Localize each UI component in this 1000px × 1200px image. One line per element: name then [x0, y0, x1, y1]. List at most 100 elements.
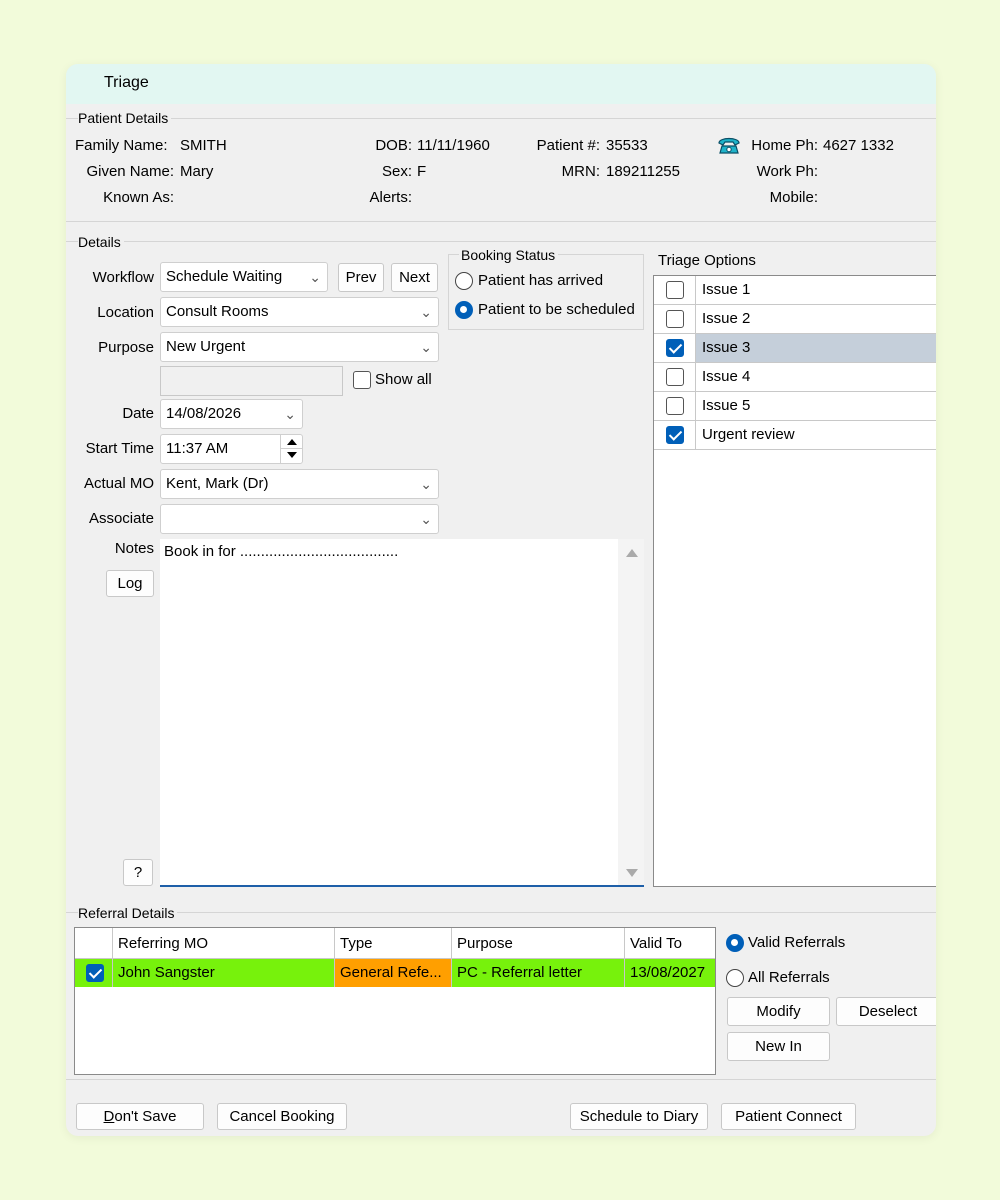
patient-arrived-radio[interactable]	[455, 272, 473, 290]
show-all-label: Show all	[375, 371, 432, 388]
alerts-label: Alerts:	[369, 189, 412, 206]
deselect-button[interactable]: Deselect	[836, 997, 936, 1026]
family-name-label: Family Name:	[75, 137, 168, 154]
mrn-label: MRN:	[561, 163, 600, 180]
home-phone-value: 4627 1332	[823, 137, 894, 154]
dont-save-button[interactable]: Don't Save	[76, 1103, 204, 1130]
triage-item-cell: Issue 4	[695, 363, 936, 391]
valid-referrals-radio[interactable]	[726, 934, 744, 952]
patient-details-border	[66, 118, 936, 119]
patient-number-label: Patient #:	[536, 137, 600, 154]
chevron-down-icon: ⌄	[284, 406, 296, 422]
new-in-button[interactable]: New In	[727, 1032, 830, 1061]
triage-item[interactable]: Issue 5	[654, 392, 936, 421]
triage-item-label: Issue 1	[702, 281, 751, 298]
dont-save-accelerator: D	[103, 1108, 115, 1125]
notes-label: Notes	[114, 540, 154, 557]
notes-textarea[interactable]: Book in for ............................…	[160, 539, 644, 887]
triage-item-checkbox[interactable]	[666, 426, 684, 444]
chevron-down-icon: ⌄	[309, 269, 321, 285]
patient-details-bottom-border	[66, 221, 936, 222]
next-button[interactable]: Next	[391, 263, 438, 292]
triage-item-checkbox[interactable]	[666, 281, 684, 299]
location-value: Consult Rooms	[166, 303, 269, 320]
triage-item-checkbox[interactable]	[666, 397, 684, 415]
triage-item-checkbox[interactable]	[666, 310, 684, 328]
triage-item-checkbox[interactable]	[666, 339, 684, 357]
valid-referrals-label: Valid Referrals	[748, 934, 846, 951]
triage-item-checkbox[interactable]	[666, 368, 684, 386]
start-time-spinner[interactable]	[280, 434, 302, 464]
patient-number-value: 35533	[606, 137, 648, 154]
referral-details-border	[66, 912, 936, 913]
table-row[interactable]: John Sangster General Refe... PC - Refer…	[75, 959, 715, 987]
show-all-checkbox[interactable]	[353, 371, 371, 389]
dont-save-text: on't Save	[114, 1108, 177, 1125]
actual-mo-combo[interactable]: Kent, Mark (Dr) ⌄	[160, 469, 439, 499]
workflow-combo[interactable]: Schedule Waiting ⌄	[160, 262, 328, 292]
spin-up-icon[interactable]	[287, 439, 297, 445]
modify-button[interactable]: Modify	[727, 997, 830, 1026]
home-phone-label: Home Ph:	[751, 137, 818, 154]
mrn-value: 189211255	[606, 163, 680, 180]
chevron-down-icon: ⌄	[420, 511, 432, 527]
help-button[interactable]: ?	[123, 859, 153, 886]
chevron-down-icon: ⌄	[420, 339, 432, 355]
notes-scrollbar[interactable]	[618, 539, 644, 885]
header-cell-type[interactable]: Type	[335, 928, 452, 959]
cell-type: General Refe...	[335, 959, 452, 987]
cell-purpose: PC - Referral letter	[452, 959, 625, 987]
log-button[interactable]: Log	[106, 570, 154, 597]
purpose-filter-field[interactable]	[160, 366, 343, 396]
date-value: 14/08/2026	[166, 405, 242, 422]
triage-item[interactable]: Issue 2	[654, 305, 936, 334]
associate-combo[interactable]: ⌄	[160, 504, 439, 534]
triage-item[interactable]: Issue 4	[654, 363, 936, 392]
triage-item-cell: Issue 1	[695, 276, 936, 304]
date-picker[interactable]: 14/08/2026 ⌄	[160, 399, 303, 429]
header-cell-purpose[interactable]: Purpose	[452, 928, 625, 959]
details-title: Details	[78, 234, 124, 250]
mobile-label: Mobile:	[769, 189, 818, 206]
patient-scheduled-radio[interactable]	[455, 301, 473, 319]
header-cell-valid-to[interactable]: Valid To	[625, 928, 715, 959]
header-cell-referring-mo[interactable]: Referring MO	[113, 928, 335, 959]
cancel-booking-button[interactable]: Cancel Booking	[217, 1103, 347, 1130]
details-border	[66, 241, 936, 242]
patient-arrived-label: Patient has arrived	[478, 272, 604, 289]
row-select-cell	[75, 959, 113, 987]
cell-valid-to: 13/08/2027	[625, 959, 715, 987]
notes-text: Book in for ............................…	[164, 543, 399, 560]
triage-item-cell: Urgent review	[695, 421, 936, 449]
patient-scheduled-label: Patient to be scheduled	[478, 301, 635, 318]
dob-label: DOB:	[375, 137, 412, 154]
date-label: Date	[122, 405, 154, 422]
location-combo[interactable]: Consult Rooms ⌄	[160, 297, 439, 327]
actual-mo-value: Kent, Mark (Dr)	[166, 475, 269, 492]
prev-button[interactable]: Prev	[338, 263, 384, 292]
triage-item-label: Issue 4	[702, 368, 751, 385]
triage-options-list: Issue 1 Issue 2 Issue 3 Issue 4 Issue 5 …	[653, 275, 936, 887]
sex-label: Sex:	[381, 163, 412, 180]
purpose-combo[interactable]: New Urgent ⌄	[160, 332, 439, 362]
triage-item[interactable]: Issue 1	[654, 276, 936, 305]
triage-item-cell: Issue 3	[695, 334, 936, 362]
purpose-label: Purpose	[98, 339, 154, 356]
referral-row-checkbox[interactable]	[86, 964, 104, 982]
title-bar: Triage	[66, 64, 936, 104]
dob-value: 11/11/1960	[417, 137, 490, 154]
scroll-down-icon[interactable]	[626, 869, 638, 877]
patient-connect-button[interactable]: Patient Connect	[721, 1103, 856, 1130]
schedule-to-diary-button[interactable]: Schedule to Diary	[570, 1103, 708, 1130]
all-referrals-radio[interactable]	[726, 969, 744, 987]
spin-down-icon[interactable]	[287, 452, 297, 458]
sex-value: F	[417, 163, 427, 180]
scroll-up-icon[interactable]	[626, 549, 638, 557]
referral-table-header: Referring MO Type Purpose Valid To	[75, 928, 715, 959]
triage-item[interactable]: Urgent review	[654, 421, 936, 450]
triage-item[interactable]: Issue 3	[654, 334, 936, 363]
triage-item-cell: Issue 2	[695, 305, 936, 333]
given-name-value: Mary	[180, 163, 214, 180]
workflow-label: Workflow	[92, 269, 154, 286]
cell-text: General Refe...	[340, 964, 442, 981]
